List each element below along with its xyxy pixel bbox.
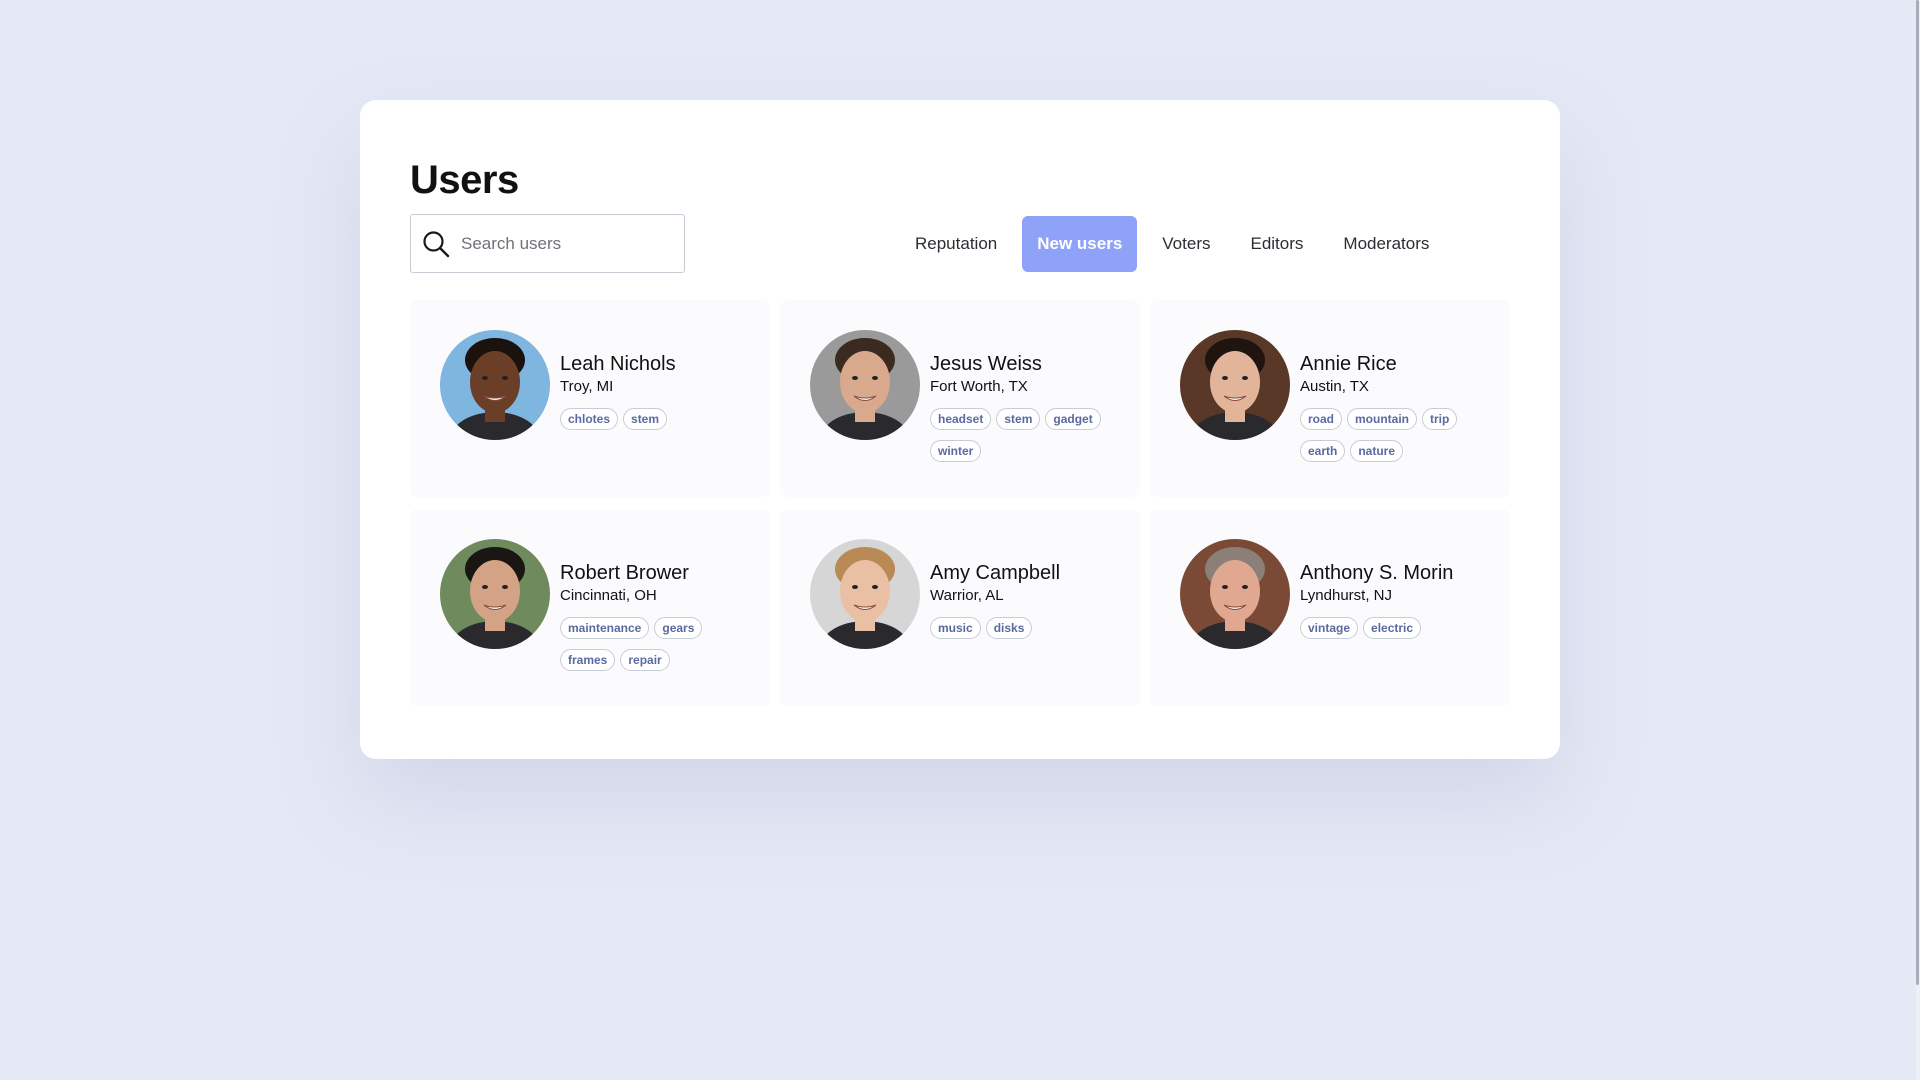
tag[interactable]: road <box>1300 408 1343 430</box>
user-name[interactable]: Anthony S. Morin <box>1300 561 1500 585</box>
user-card[interactable]: Jesus Weiss Fort Worth, TX headset stem gadg… <box>780 300 1140 497</box>
user-name[interactable]: Leah Nichols <box>560 352 760 376</box>
tab-reputation[interactable]: Reputation <box>900 216 1012 272</box>
user-name[interactable]: Annie Rice <box>1300 352 1500 376</box>
user-info: Leah Nichols Troy, MI chlotes stem <box>560 330 760 497</box>
search-box[interactable] <box>410 214 685 273</box>
user-name[interactable]: Jesus Weiss <box>930 352 1130 376</box>
user-location: Warrior, AL <box>930 587 1004 604</box>
tab-editors[interactable]: Editors <box>1235 216 1318 272</box>
page-title: Users <box>410 158 519 202</box>
avatar[interactable] <box>810 539 920 649</box>
user-info: Jesus Weiss Fort Worth, TX headset stem gadg… <box>930 330 1130 497</box>
tag-list: chlotes stem <box>560 408 750 440</box>
tab-new-users[interactable]: New users <box>1022 216 1138 272</box>
tag[interactable]: repair <box>620 649 670 671</box>
tag[interactable]: stem <box>623 408 668 430</box>
tag[interactable]: disks <box>985 617 1033 639</box>
filter-tabs: Reputation New users Voters Editors Mode… <box>900 216 1454 272</box>
avatar[interactable] <box>440 330 550 440</box>
scrollbar-thumb[interactable] <box>1916 0 1919 985</box>
tag[interactable]: mountain <box>1347 408 1418 430</box>
tag[interactable]: earth <box>1300 440 1346 462</box>
tag-list: headset stem gadget winter <box>930 408 1120 472</box>
avatar[interactable] <box>810 330 920 440</box>
tag[interactable]: gears <box>654 617 703 639</box>
user-card[interactable]: Amy Campbell Warrior, AL music disks <box>780 509 1140 706</box>
tag-list: music disks <box>930 617 1120 649</box>
tag[interactable]: chlotes <box>560 408 619 430</box>
tab-voters[interactable]: Voters <box>1147 216 1225 272</box>
user-name[interactable]: Amy Campbell <box>930 561 1130 585</box>
tag[interactable]: trip <box>1422 408 1458 430</box>
tag[interactable]: vintage <box>1300 617 1359 639</box>
user-info: Amy Campbell Warrior, AL music disks <box>930 539 1130 706</box>
avatar[interactable] <box>1180 330 1290 440</box>
avatar[interactable] <box>1180 539 1290 649</box>
user-card[interactable]: Leah Nichols Troy, MI chlotes stem <box>410 300 770 497</box>
user-grid: Leah Nichols Troy, MI chlotes stem Jesus Wei… <box>410 300 1510 706</box>
tag[interactable]: music <box>930 617 981 639</box>
user-location: Lyndhurst, NJ <box>1300 587 1392 604</box>
tab-moderators[interactable]: Moderators <box>1328 216 1444 272</box>
user-info: Anthony S. Morin Lyndhurst, NJ vintage elec… <box>1300 539 1500 706</box>
user-location: Austin, TX <box>1300 378 1369 395</box>
tag-list: vintage electric <box>1300 617 1490 649</box>
tag[interactable]: maintenance <box>560 617 650 639</box>
user-location: Troy, MI <box>560 378 614 395</box>
tag[interactable]: winter <box>930 440 982 462</box>
avatar[interactable] <box>440 539 550 649</box>
tag[interactable]: headset <box>930 408 992 430</box>
user-card[interactable]: Annie Rice Austin, TX road mountain trip eart… <box>1150 300 1510 497</box>
user-card[interactable]: Robert Brower Cincinnati, OH maintenance ge… <box>410 509 770 706</box>
tag[interactable]: electric <box>1363 617 1422 639</box>
tag[interactable]: gadget <box>1045 408 1101 430</box>
tag[interactable]: nature <box>1350 440 1404 462</box>
tag-list: maintenance gears frames repair <box>560 617 750 681</box>
search-icon <box>421 229 451 259</box>
tag-list: road mountain trip earth nature <box>1300 408 1490 472</box>
tag[interactable]: stem <box>996 408 1041 430</box>
user-info: Annie Rice Austin, TX road mountain trip eart… <box>1300 330 1500 497</box>
users-panel: Users Reputation New users Voters Editor… <box>360 100 1560 759</box>
search-input[interactable] <box>461 223 661 264</box>
tag[interactable]: frames <box>560 649 616 671</box>
user-card[interactable]: Anthony S. Morin Lyndhurst, NJ vintage elec… <box>1150 509 1510 706</box>
user-location: Cincinnati, OH <box>560 587 657 604</box>
user-name[interactable]: Robert Brower <box>560 561 760 585</box>
user-info: Robert Brower Cincinnati, OH maintenance ge… <box>560 539 760 706</box>
user-location: Fort Worth, TX <box>930 378 1028 395</box>
